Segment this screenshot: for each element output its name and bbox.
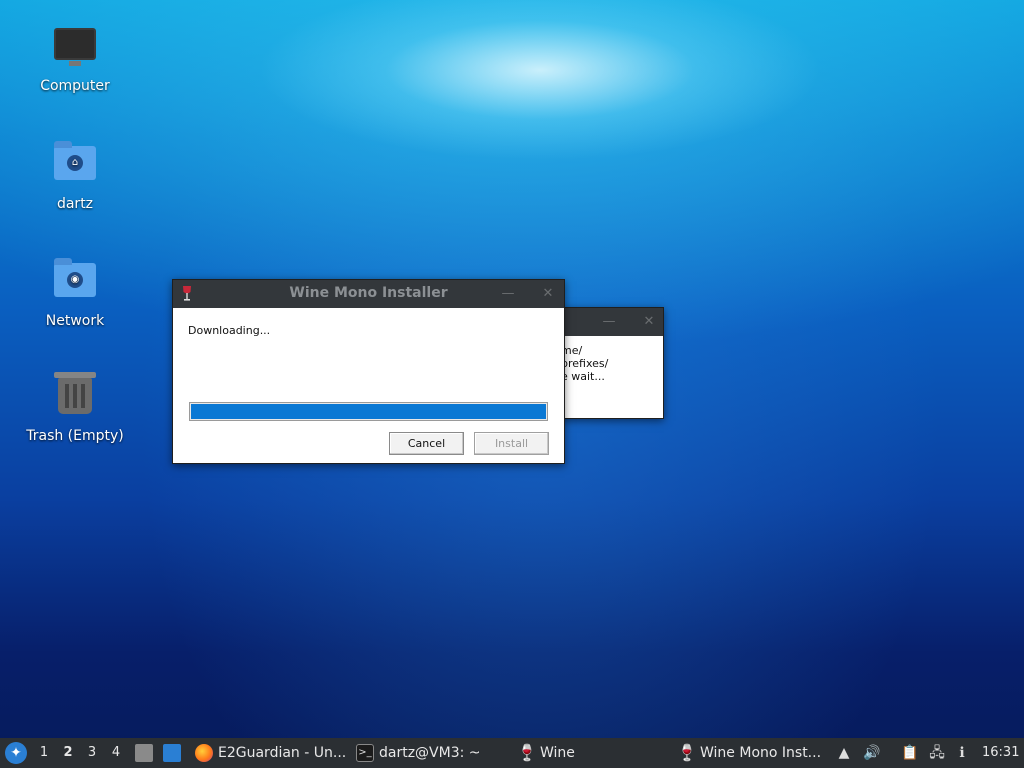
body-line: prefixes/ [561,357,609,370]
task-label: E2Guardian - Un... [218,745,347,761]
window-titlebar[interactable]: — ✕ [559,308,663,336]
trash-icon [53,372,97,422]
firefox-icon [195,744,213,762]
app-menu-icon[interactable]: ✦ [5,742,27,764]
desktop-icon-computer[interactable]: Computer [20,24,130,94]
cancel-button[interactable]: Cancel [389,432,464,455]
task-terminal[interactable]: >_ dartz@VM3: ~ [356,738,481,768]
workspace-4[interactable]: 4 [105,738,127,768]
taskbar: ✦ 1 2 3 4 E2Guardian - Un... >_ dartz@VM… [0,738,1024,768]
minimize-icon[interactable]: — [599,312,619,332]
volume-icon[interactable]: 🔊 [863,744,881,762]
wine-icon: 🍷 [517,743,537,762]
task-wine-mono-installer[interactable]: 🍷 Wine Mono Inst... [677,738,821,768]
task-e2guardian[interactable]: E2Guardian - Un... [195,738,346,768]
desktop-icon-label: Computer [40,78,110,94]
clock[interactable]: 16:31 [982,738,1019,768]
desktop-icon-label: Network [45,313,105,329]
scroll-arrow-icon[interactable]: ▲ [835,744,853,762]
body-line: e wait... [561,370,605,383]
workspace-3[interactable]: 3 [81,738,103,768]
workspace-1[interactable]: 1 [33,738,55,768]
close-icon[interactable]: ✕ [538,284,558,304]
task-label: dartz@VM3: ~ [379,745,481,761]
terminal-icon: >_ [356,744,374,762]
window-titlebar[interactable]: Wine Mono Installer — ✕ [173,280,564,308]
show-desktop-icon[interactable] [163,744,181,762]
desktop-icon-network[interactable]: ◉ Network [20,257,130,329]
wine-mono-installer-dialog[interactable]: Wine Mono Installer — ✕ Downloading... C… [172,279,565,464]
dialog-content: Downloading... Cancel Install [173,308,564,463]
task-label: Wine [540,745,575,761]
workspace-2[interactable]: 2 [57,738,79,768]
clipboard-icon[interactable]: 📋 [901,744,919,762]
network-icon[interactable]: 🖧 [928,744,946,762]
update-notifier-icon[interactable]: ℹ [953,744,971,762]
wine-progress-window[interactable]: — ✕ me/ prefixes/ e wait... [558,307,664,419]
desktop-icon-label: Trash (Empty) [26,428,124,444]
body-line: me/ [561,344,583,357]
minimize-icon[interactable]: — [498,284,518,304]
desktop-icon-trash[interactable]: Trash (Empty) [20,372,130,444]
desktop-icon-label: dartz [56,196,94,212]
task-label: Wine Mono Inst... [700,745,822,761]
progress-fill [191,404,546,419]
monitor-icon [53,28,97,72]
close-icon[interactable]: ✕ [639,312,659,332]
desktop-icon-dartz[interactable]: ⌂ dartz [20,140,130,212]
network-folder-icon: ◉ [53,258,97,307]
install-button[interactable]: Install [474,432,549,455]
download-progress-bar [189,402,548,421]
home-folder-icon: ⌂ [53,141,97,190]
wine-icon: 🍷 [677,743,697,762]
task-wine[interactable]: 🍷 Wine [517,738,575,768]
file-manager-icon[interactable] [135,744,153,762]
download-status: Downloading... [188,324,271,337]
window-body: me/ prefixes/ e wait... [559,336,663,383]
